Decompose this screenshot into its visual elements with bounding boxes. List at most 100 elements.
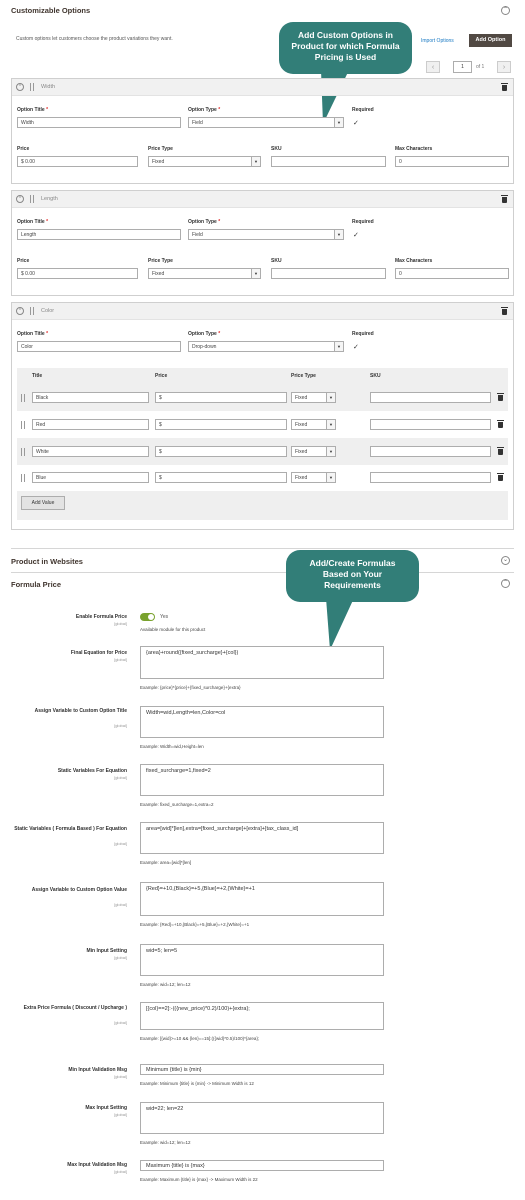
drag-handle-icon[interactable] xyxy=(30,307,34,315)
option-type-select[interactable]: Drop-down ▼ xyxy=(188,341,344,352)
product-in-websites-title[interactable]: Product in Websites xyxy=(11,557,83,566)
required-checkmark-icon[interactable]: ✓ xyxy=(353,231,359,239)
drag-handle-icon[interactable] xyxy=(30,195,34,203)
option-title-input[interactable]: Color xyxy=(17,341,181,352)
formula-field-example: Example: wid=12; len=12 xyxy=(140,1140,191,1145)
drag-handle-icon[interactable] xyxy=(21,421,25,429)
customizable-options-title: Customizable Options xyxy=(11,6,91,15)
drag-handle-icon[interactable] xyxy=(30,83,34,91)
trash-icon[interactable] xyxy=(501,307,508,315)
add-value-button[interactable]: Add Value xyxy=(21,496,65,510)
formula-field-label: Assign Variable to Custom Option Value xyxy=(31,887,127,893)
table-row: Black $ Fixed ▼ xyxy=(17,385,508,411)
formula-field-textarea[interactable]: Width=wid,Length=len,Color=col xyxy=(140,706,384,738)
required-label: Required xyxy=(352,219,374,225)
value-title-input[interactable]: White xyxy=(32,446,149,457)
formula-field-textarea[interactable]: Maximum {title} is {max} xyxy=(140,1160,384,1171)
drag-handle-icon[interactable] xyxy=(21,474,25,482)
formula-field-example: Example: Minimum {title} is {min} -> Min… xyxy=(140,1081,254,1086)
option-card-length: ⌃ Length Option Title * Option Type * Re… xyxy=(11,190,514,296)
price-type-select[interactable]: Fixed ▼ xyxy=(148,268,261,279)
option-title-label: Option Title * xyxy=(17,219,49,225)
scope-label: [global] xyxy=(114,775,127,780)
collapse-chevron-up-icon[interactable]: ⌃ xyxy=(16,83,24,91)
required-checkmark-icon[interactable]: ✓ xyxy=(353,119,359,127)
page-number-input[interactable]: 1 xyxy=(453,61,472,73)
option-type-select[interactable]: Field ▼ xyxy=(188,229,344,240)
scope-label: [global] xyxy=(114,723,127,728)
table-row: White $ Fixed ▼ xyxy=(17,438,508,465)
option-type-label: Option Type * xyxy=(188,219,221,225)
formula-field-textarea[interactable]: Minimum {title} is {min} xyxy=(140,1064,384,1075)
collapse-chevron-up-icon[interactable]: ⌃ xyxy=(501,579,510,588)
drag-handle-icon[interactable] xyxy=(21,448,25,456)
trash-icon[interactable] xyxy=(497,473,504,481)
value-price-type-select[interactable]: Fixed ▼ xyxy=(291,392,336,403)
value-price-input[interactable]: $ xyxy=(155,472,287,483)
enable-formula-toggle[interactable] xyxy=(140,613,155,621)
value-price-type-select[interactable]: Fixed ▼ xyxy=(291,419,336,430)
trash-icon[interactable] xyxy=(497,447,504,455)
required-label: Required xyxy=(352,107,374,113)
callout-formulas-text: Add/Create Formulas Based on Your Requir… xyxy=(286,550,419,602)
value-price-type-select[interactable]: Fixed ▼ xyxy=(291,472,336,483)
required-checkmark-icon[interactable]: ✓ xyxy=(353,343,359,351)
option-header-bar xyxy=(12,79,513,96)
trash-icon[interactable] xyxy=(497,393,504,401)
value-sku-input[interactable] xyxy=(370,419,491,430)
arrow-down-icon: ▼ xyxy=(326,473,335,482)
trash-icon[interactable] xyxy=(501,83,508,91)
value-sku-input[interactable] xyxy=(370,446,491,457)
scope-label: [global] xyxy=(114,841,127,846)
formula-field-label: Max Input Setting xyxy=(85,1105,127,1111)
value-title-input[interactable]: Red xyxy=(32,419,149,430)
formula-price-title: Formula Price xyxy=(11,580,62,589)
expand-chevron-down-icon[interactable]: ⌄ xyxy=(501,556,510,565)
value-title-input[interactable]: Black xyxy=(32,392,149,403)
option-title-input[interactable]: Width xyxy=(17,117,181,128)
price-type-select[interactable]: Fixed ▼ xyxy=(148,156,261,167)
option-name: Color xyxy=(41,308,55,314)
formula-field-label: Static Variables ( Formula Based ) For E… xyxy=(14,826,127,832)
collapse-chevron-up-icon[interactable]: ⌃ xyxy=(501,6,510,15)
formula-field-textarea[interactable]: {area}+round({fixed_surcharge}+{col}) xyxy=(140,646,384,679)
collapse-chevron-up-icon[interactable]: ⌃ xyxy=(16,307,24,315)
price-input[interactable]: $ 0.00 xyxy=(17,268,138,279)
formula-field-label: Min Input Setting xyxy=(86,948,127,954)
callout-custom-options: Add Custom Options in Product for which … xyxy=(279,22,412,124)
formula-field-example: Example: [{wid}>=10 && {len}==15]:(({wid… xyxy=(140,1036,260,1041)
pager-prev-button[interactable]: ‹ xyxy=(426,61,440,73)
formula-field-textarea[interactable]: fixed_surcharge=1,fixed=2 xyxy=(140,764,384,796)
formula-field-label: Min Input Validation Msg xyxy=(68,1067,127,1073)
price-input[interactable]: $ 0.00 xyxy=(17,156,138,167)
page-of-label: of 1 xyxy=(476,64,485,70)
formula-field-textarea[interactable]: area=[wid]*[len],extra=[fixed_surcharge]… xyxy=(140,822,384,854)
add-option-button[interactable]: Add Option xyxy=(469,34,512,47)
sku-input[interactable] xyxy=(271,268,386,279)
value-price-input[interactable]: $ xyxy=(155,446,287,457)
arrow-down-icon: ▼ xyxy=(326,447,335,456)
drag-handle-icon[interactable] xyxy=(21,394,25,402)
max-characters-input[interactable]: 0 xyxy=(395,156,509,167)
formula-field-textarea[interactable]: wid=5; len=5 xyxy=(140,944,384,976)
formula-field-textarea[interactable]: [{col}==2]:-(({new_price}*0.2)/100)+{ext… xyxy=(140,1002,384,1030)
price-label: Price xyxy=(17,146,30,152)
option-type-label: Option Type * xyxy=(188,331,221,337)
sku-input[interactable] xyxy=(271,156,386,167)
trash-icon[interactable] xyxy=(497,420,504,428)
value-price-input[interactable]: $ xyxy=(155,392,287,403)
value-price-type-select[interactable]: Fixed ▼ xyxy=(291,446,336,457)
value-sku-input[interactable] xyxy=(370,472,491,483)
import-options-link[interactable]: Import Options xyxy=(421,38,454,44)
option-title-input[interactable]: Length xyxy=(17,229,181,240)
collapse-chevron-up-icon[interactable]: ⌃ xyxy=(16,195,24,203)
formula-field-textarea[interactable]: wid=22; len=22 xyxy=(140,1102,384,1134)
value-title-input[interactable]: Blue xyxy=(32,472,149,483)
value-price-input[interactable]: $ xyxy=(155,419,287,430)
formula-field-textarea[interactable]: {Red}=+10,{Black}=+5,{Blue}=+2,{White}=+… xyxy=(140,882,384,916)
pager-next-button[interactable]: › xyxy=(497,61,511,73)
max-characters-input[interactable]: 0 xyxy=(395,268,509,279)
value-sku-input[interactable] xyxy=(370,392,491,403)
option-type-select[interactable]: Field ▼ xyxy=(188,117,344,128)
trash-icon[interactable] xyxy=(501,195,508,203)
